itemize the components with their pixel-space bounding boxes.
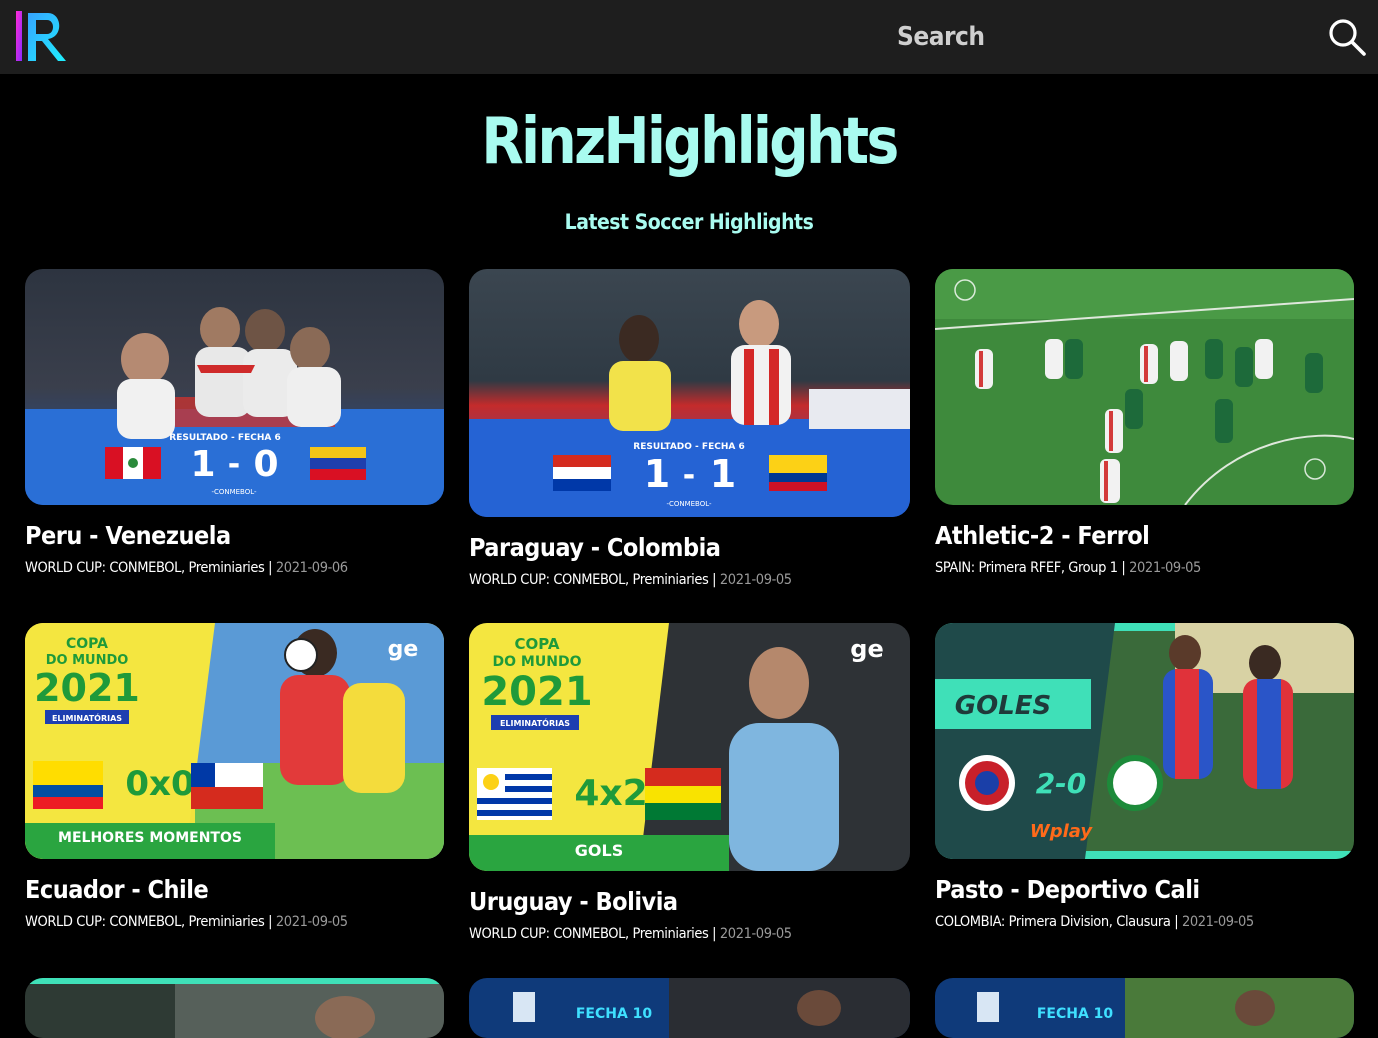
thumb-footer: GOLS	[575, 841, 623, 860]
video-thumbnail[interactable]	[935, 269, 1354, 505]
match-title[interactable]: Peru - Venezuela	[25, 521, 444, 550]
thumb-badge: ELIMINATÓRIAS	[500, 717, 570, 728]
competition: WORLD CUP: CONMEBOL, Preminiaries |	[469, 926, 717, 942]
thumbnail-image: COPA DO MUNDO 2021 ELIMINATÓRIAS 4x2 GOL…	[469, 623, 910, 871]
match-title[interactable]: Uruguay - Bolivia	[469, 887, 910, 916]
match-meta: COLOMBIA: Primera Division, Clausura | 2…	[935, 914, 1354, 930]
thumb-score-left: 1	[644, 452, 670, 496]
video-thumbnail[interactable]: COPA DO MUNDO 2021 ELIMINATÓRIAS 0x0 MEL…	[25, 623, 444, 859]
thumb-badge: ELIMINATÓRIAS	[52, 712, 122, 723]
thumbnail-image: FECHA 10	[935, 978, 1354, 1038]
thumb-label: RESULTADO - FECHA 6	[169, 433, 280, 443]
highlight-card[interactable]: FECHA 10	[469, 978, 910, 1038]
match-meta: WORLD CUP: CONMEBOL, Preminiaries | 2021…	[25, 914, 444, 930]
highlight-card[interactable]: FECHA 10	[935, 978, 1354, 1038]
competition: SPAIN: Primera RFEF, Group 1 |	[935, 560, 1126, 576]
thumb-line1: COPA	[515, 635, 560, 653]
match-meta: WORLD CUP: CONMEBOL, Preminiaries | 2021…	[469, 926, 910, 942]
thumb-footer: MELHORES MOMENTOS	[58, 830, 242, 846]
thumb-score: 0x0	[125, 764, 194, 804]
thumbnail-image: FECHA 10	[469, 978, 910, 1038]
match-title[interactable]: Ecuador - Chile	[25, 875, 444, 904]
highlight-card[interactable]: RESULTADO - FECHA 6 1 - 0 -CONMEBOL- Per…	[25, 269, 444, 576]
match-date: 2021-09-06	[275, 560, 348, 576]
rinz-r-logo-icon	[16, 11, 66, 61]
thumb-brand: ge	[388, 637, 419, 662]
thumb-line1: COPA	[66, 636, 108, 652]
video-thumbnail[interactable]: FECHA 10	[469, 978, 910, 1038]
thumbnail-image: RESULTADO - FECHA 6 1 - 0 -CONMEBOL-	[25, 269, 444, 505]
video-thumbnail[interactable]: RESULTADO - FECHA 6 1 - 0 -CONMEBOL-	[25, 269, 444, 505]
thumbnail-image: RESULTADO - FECHA 6 1 - 1 -CONMEBOL-	[469, 269, 910, 517]
match-title[interactable]: Paraguay - Colombia	[469, 533, 910, 562]
highlight-card[interactable]: RESULTADO - FECHA 6 1 - 1 -CONMEBOL- Par…	[469, 269, 910, 588]
highlight-card[interactable]	[25, 978, 444, 1038]
match-date: 2021-09-05	[1129, 560, 1201, 576]
thumb-score-right: 1	[710, 452, 736, 496]
video-thumbnail[interactable]	[25, 978, 444, 1038]
match-title[interactable]: Athletic-2 - Ferrol	[935, 521, 1354, 550]
thumbnail-image	[25, 978, 444, 1038]
search-button[interactable]	[1326, 16, 1368, 58]
competition: WORLD CUP: CONMEBOL, Preminiaries |	[25, 914, 273, 930]
match-date: 2021-09-05	[719, 572, 792, 588]
thumb-org: -CONMEBOL-	[211, 488, 257, 496]
thumbnail-image	[935, 269, 1354, 505]
competition: COLOMBIA: Primera Division, Clausura |	[935, 914, 1179, 930]
match-title[interactable]: Pasto - Deportivo Cali	[935, 875, 1354, 904]
thumb-line2: DO MUNDO	[493, 654, 582, 670]
video-thumbnail[interactable]: GOLES 2-0 Wplay	[935, 623, 1354, 859]
svg-text:-: -	[228, 447, 240, 482]
video-thumbnail[interactable]: FECHA 10	[935, 978, 1354, 1038]
match-date: 2021-09-05	[1181, 914, 1254, 930]
search-icon	[1329, 19, 1366, 56]
highlight-card[interactable]: COPA DO MUNDO 2021 ELIMINATÓRIAS 0x0 MEL…	[25, 623, 444, 930]
thumb-org: -CONMEBOL-	[666, 500, 712, 508]
match-date: 2021-09-05	[275, 914, 348, 930]
video-thumbnail[interactable]: COPA DO MUNDO 2021 ELIMINATÓRIAS 4x2 GOL…	[469, 623, 910, 871]
thumbnail-image: GOLES 2-0 Wplay	[935, 623, 1354, 859]
match-date: 2021-09-05	[719, 926, 792, 942]
thumb-year: 2021	[34, 666, 140, 710]
page-subtitle: Latest Soccer Highlights	[564, 210, 814, 234]
thumb-year: 2021	[481, 669, 592, 715]
highlight-card[interactable]: GOLES 2-0 Wplay Pasto - Deportivo Cali C…	[935, 623, 1354, 930]
video-thumbnail[interactable]: RESULTADO - FECHA 6 1 - 1 -CONMEBOL-	[469, 269, 910, 517]
highlight-card[interactable]: COPA DO MUNDO 2021 ELIMINATÓRIAS 4x2 GOL…	[469, 623, 910, 942]
competition: WORLD CUP: CONMEBOL, Preminiaries |	[469, 572, 717, 588]
thumb-label: FECHA 10	[1037, 1006, 1114, 1022]
competition: WORLD CUP: CONMEBOL, Preminiaries |	[25, 560, 273, 576]
thumbnail-image: COPA DO MUNDO 2021 ELIMINATÓRIAS 0x0 MEL…	[25, 623, 444, 859]
match-meta: SPAIN: Primera RFEF, Group 1 | 2021-09-0…	[935, 560, 1354, 576]
thumb-label: GOLES	[955, 691, 1052, 721]
site-title: RinzHighlights	[481, 105, 899, 179]
thumb-sponsor: Wplay	[1030, 821, 1094, 842]
thumb-brand: ge	[850, 635, 883, 663]
thumb-score: 4x2	[574, 773, 647, 814]
thumb-score: 2-0	[1036, 767, 1087, 800]
match-meta: WORLD CUP: CONMEBOL, Preminiaries | 2021…	[469, 572, 910, 588]
thumb-score-right: 0	[253, 444, 278, 485]
match-meta: WORLD CUP: CONMEBOL, Preminiaries | 2021…	[25, 560, 444, 576]
thumb-label: FECHA 10	[576, 1006, 653, 1022]
top-navbar	[0, 0, 1378, 74]
thumb-label: RESULTADO - FECHA 6	[633, 442, 744, 452]
search-input[interactable]	[895, 14, 1315, 60]
thumb-score-left: 1	[190, 444, 215, 485]
highlight-card[interactable]: Athletic-2 - Ferrol SPAIN: Primera RFEF,…	[935, 269, 1354, 576]
site-logo[interactable]	[14, 9, 70, 63]
svg-text:-: -	[683, 458, 695, 493]
